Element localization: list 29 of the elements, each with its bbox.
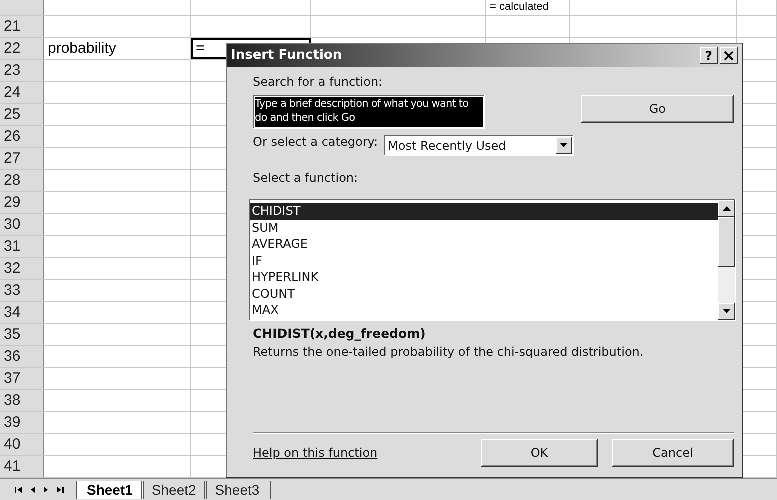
- row-header: 35: [0, 324, 44, 345]
- row-header: 38: [0, 390, 44, 411]
- row-header: 26: [0, 126, 44, 147]
- row-header: 27: [0, 148, 44, 169]
- row-header: 39: [0, 412, 44, 433]
- row-header: 34: [0, 302, 44, 323]
- row-header: 24: [0, 82, 44, 103]
- table-cell-text: probability: [47, 40, 116, 57]
- row-header: 23: [0, 60, 44, 81]
- row-header: 29: [0, 192, 44, 213]
- window-title: Insert Function: [231, 48, 344, 63]
- row-header: 30: [0, 214, 44, 235]
- category-label: Or select a category:: [253, 135, 378, 149]
- row-header: 32: [0, 258, 44, 279]
- row-header: 41: [0, 456, 44, 477]
- function-signature: CHIDIST(x,deg_freedom): [253, 326, 426, 341]
- table-cell-text: = calculated: [489, 1, 550, 14]
- row-header: 37: [0, 368, 44, 389]
- row-header: 36: [0, 346, 44, 367]
- row-header: 28: [0, 170, 44, 191]
- row-header: 22: [0, 38, 44, 59]
- row-header: 31: [0, 236, 44, 257]
- search-label: Search for a function:: [253, 75, 383, 89]
- function-label: Select a function:: [253, 171, 358, 185]
- row-header: 40: [0, 434, 44, 455]
- row-header: 33: [0, 280, 44, 301]
- function-description: Returns the one-tailed probability of the chi-squared distribution.: [253, 345, 644, 359]
- row-header: 25: [0, 104, 44, 125]
- row-header: 21: [0, 16, 44, 37]
